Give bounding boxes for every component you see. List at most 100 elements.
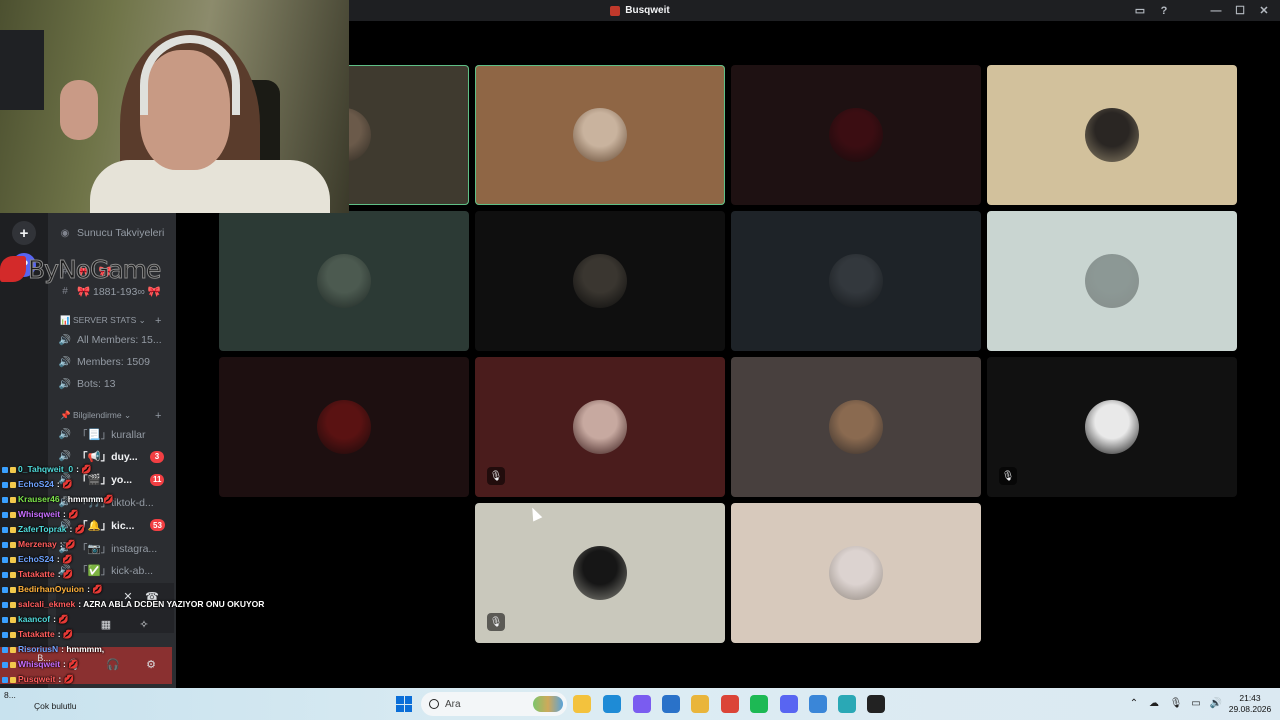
help-icon[interactable]: ? <box>1154 2 1174 20</box>
chat-username: 0_Tahqweit_0 <box>18 464 74 474</box>
speaker-icon: 🔊 <box>58 334 72 346</box>
participant-tile[interactable]: 🎙 <box>475 503 725 643</box>
chat-badge-icon <box>2 586 8 593</box>
participant-tile[interactable]: 🎙 <box>475 357 725 497</box>
chat-message: Merzenay: 💋 <box>2 537 76 552</box>
weather-widget[interactable]: 8... Çok bulutlu <box>4 690 77 712</box>
app-dark-icon[interactable] <box>867 695 885 713</box>
display-icon[interactable]: ▭ <box>1190 697 1202 709</box>
copilot-icon[interactable] <box>633 695 651 713</box>
discord-icon[interactable] <box>780 695 798 713</box>
category-server-stats[interactable]: 📊 SERVER STATS ⌄ + <box>60 315 161 327</box>
channel-stat-members[interactable]: 🔊 Members: 1509 <box>58 352 150 372</box>
chat-message: 0_Tahqweit_0: 💋 <box>2 462 92 477</box>
participant-tile[interactable] <box>731 65 981 205</box>
participant-tile[interactable] <box>987 211 1237 351</box>
avatar <box>1085 108 1139 162</box>
chat-text: : 💋 <box>57 629 74 639</box>
chat-username: Krauser46 <box>18 494 60 504</box>
chat-message: Whisqweit: 💋 <box>2 507 79 522</box>
chat-message: BedirhanOyuion: 💋 <box>2 582 103 597</box>
cloud-icon[interactable]: ☁ <box>1148 697 1160 709</box>
channel-stat-all-members[interactable]: 🔊 All Members: 15... <box>58 330 162 350</box>
chat-message: salcali_ekmek: AZRA ABLA DCDEN YAZIYOR O… <box>2 597 264 612</box>
participant-tile[interactable] <box>475 211 725 351</box>
participant-tile[interactable] <box>731 357 981 497</box>
participant-tile[interactable] <box>987 65 1237 205</box>
clock[interactable]: 21:43 29.08.2026 <box>1226 693 1274 715</box>
file-explorer-icon[interactable] <box>573 695 591 713</box>
chat-username: Tatakatte <box>18 569 55 579</box>
chat-badge-icon <box>10 661 16 668</box>
participant-tile[interactable] <box>731 503 981 643</box>
chat-badge-icon <box>10 601 16 608</box>
window-title: Busqweit <box>625 5 670 16</box>
network-icon[interactable] <box>838 695 856 713</box>
participant-tile[interactable] <box>731 211 981 351</box>
search-highlight-art <box>533 696 563 712</box>
chat-badge-icon <box>2 616 8 623</box>
participant-tile[interactable] <box>219 211 469 351</box>
chat-text: : 💋 <box>58 674 75 684</box>
spotify-icon[interactable] <box>750 695 768 713</box>
start-button[interactable] <box>396 696 412 712</box>
chevron-up-icon[interactable]: ⌃ <box>1128 697 1140 709</box>
taskbar-search[interactable]: Ara <box>421 692 567 716</box>
speaker-icon: 🔊 <box>58 356 72 368</box>
chat-username: ZaferToprak <box>18 524 67 534</box>
chat-badge-icon <box>2 661 8 668</box>
chat-badge-icon <box>2 466 8 473</box>
chat-badge-icon <box>10 511 16 518</box>
search-placeholder: Ara <box>445 698 461 710</box>
checkmark-icon[interactable] <box>809 695 827 713</box>
chrome-icon[interactable] <box>721 695 739 713</box>
chat-message: EchoS24: 💋 <box>2 477 73 492</box>
chat-message: Whisqweit: 💋 <box>2 657 79 672</box>
category-bilgilendirme[interactable]: 📌 Bilgilendirme ⌄ + <box>60 410 161 422</box>
chat-badge-icon <box>10 556 16 563</box>
webcam-overlay <box>0 0 349 213</box>
clock-time: 21:43 <box>1239 693 1261 703</box>
chat-text: : 💋 <box>59 539 76 549</box>
channel-boosts[interactable]: ◉ Sunucu Takviyeleri <box>58 223 165 243</box>
chat-username: Pusqweit <box>18 674 56 684</box>
edge-icon[interactable] <box>603 695 621 713</box>
boost-icon: ◉ <box>60 227 70 239</box>
folder-icon[interactable] <box>691 695 709 713</box>
volume-icon[interactable]: 🔊 <box>1210 697 1222 709</box>
chat-text: : hmmmm, <box>61 644 105 654</box>
chat-text: : 💋 <box>76 464 92 474</box>
chat-badge-icon <box>2 646 8 653</box>
microphone-icon[interactable]: 🎙 <box>1170 697 1183 709</box>
muted-mic-icon: 🎙 <box>999 467 1017 485</box>
add-server-icon[interactable]: + <box>12 221 36 245</box>
participant-tile[interactable] <box>475 65 725 205</box>
add-channel-icon[interactable]: + <box>155 410 161 422</box>
inbox-icon[interactable]: ▭ <box>1130 2 1150 20</box>
chat-username: Tatakatte <box>18 629 55 639</box>
participant-tile[interactable]: 🎙 <box>987 357 1237 497</box>
chat-username: BedirhanOyuion <box>18 584 85 594</box>
maximize-button[interactable]: ☐ <box>1230 2 1250 20</box>
channel-stat-bots[interactable]: 🔊 Bots: 13 <box>58 374 116 394</box>
minimize-button[interactable]: — <box>1206 2 1226 20</box>
avatar <box>829 254 883 308</box>
category-label: 📊 SERVER STATS ⌄ <box>60 315 146 325</box>
chat-username: EchoS24 <box>18 554 54 564</box>
category-label: 📌 Bilgilendirme ⌄ <box>60 410 132 420</box>
avatar <box>573 254 627 308</box>
store-icon[interactable] <box>662 695 680 713</box>
chat-username: kaancof <box>18 614 51 624</box>
chat-badge-icon <box>2 676 8 683</box>
chat-text: : AZRA ABLA DCDEN YAZIYOR ONU OKUYOR <box>78 599 265 609</box>
add-channel-icon[interactable]: + <box>155 315 161 327</box>
chat-badge-icon <box>10 586 16 593</box>
chat-badge-icon <box>2 556 8 563</box>
channel-item[interactable]: 🔊 「📃」kurallar <box>58 424 146 444</box>
weather-text: Çok bulutlu <box>34 701 77 711</box>
window-controls: ▭ ? — ☐ ✕ <box>1130 0 1274 21</box>
avatar <box>1085 254 1139 308</box>
close-button[interactable]: ✕ <box>1254 2 1274 20</box>
chat-username: EchoS24 <box>18 479 54 489</box>
channel-label: 「📃」kurallar <box>77 428 146 441</box>
